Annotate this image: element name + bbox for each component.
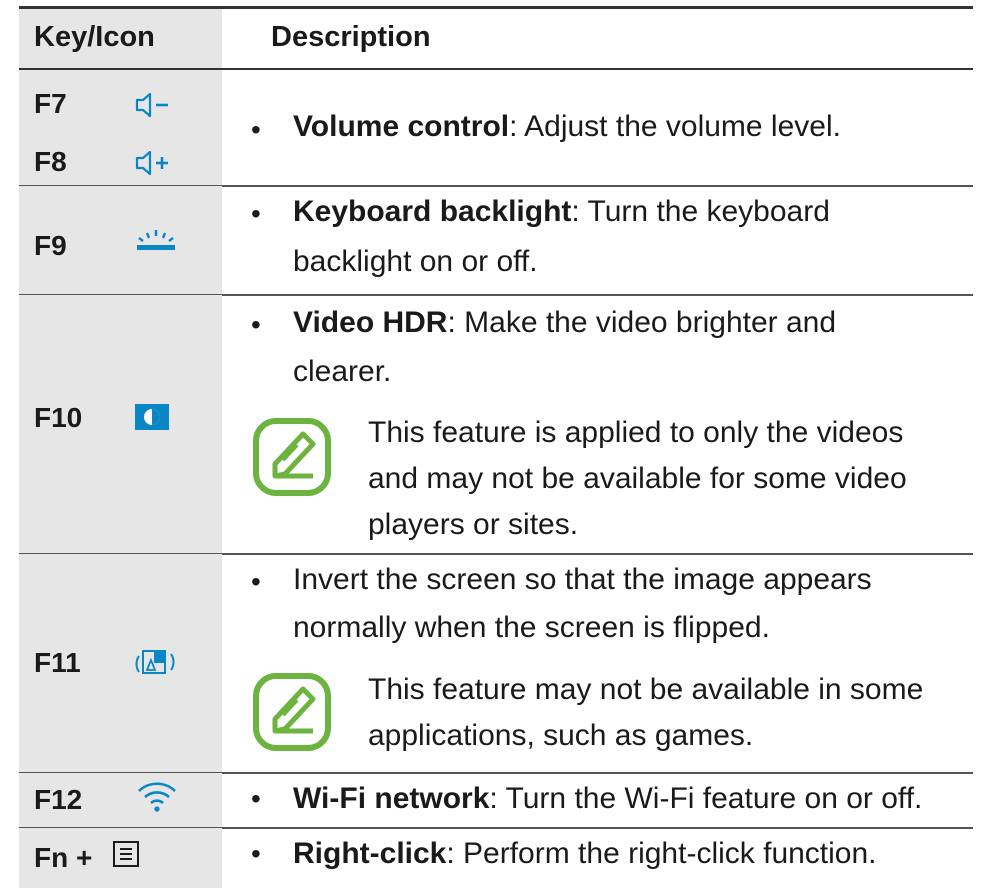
hdr-title: Video HDR [293, 306, 448, 339]
header-description: Description [271, 21, 431, 53]
invert-desc-line2: normally when the screen is flipped. [293, 611, 770, 644]
bullet: • [251, 309, 261, 340]
volume-desc: Volume control: Adjust the volume level. [293, 110, 841, 143]
key-fn: Fn + [34, 842, 93, 873]
header-key-icon: Key/Icon [34, 21, 155, 53]
note-pen-icon [253, 673, 331, 756]
keyboard-backlight-icon [134, 226, 178, 261]
table-header: Key/Icon Description [19, 9, 973, 69]
hdr-desc-line1: Video HDR: Make the video brighter and [293, 306, 837, 339]
hdr-desc-line2: clearer. [293, 355, 392, 388]
volume-up-icon [134, 148, 174, 183]
bullet: • [251, 838, 261, 869]
rightclick-title: Right-click [293, 837, 447, 870]
wifi-title: Wi-Fi network [293, 782, 490, 815]
header-desc-cell: Description [222, 9, 973, 69]
screen-invert-icon [131, 646, 179, 685]
key-f9: F9 [34, 230, 67, 261]
volume-title: Volume control [293, 110, 510, 143]
key-f11: F11 [34, 647, 81, 678]
menu-key-icon [112, 840, 142, 875]
invert-desc-line1: Invert the screen so that the image appe… [293, 563, 872, 596]
wifi-icon [137, 779, 177, 818]
key-f7: F7 [34, 88, 67, 119]
bullet: • [251, 783, 261, 814]
key-f12: F12 [34, 784, 83, 815]
invert-note-line2: applications, such as games. [368, 719, 754, 752]
table-row: Fn + • Right-click: Perform the right-cl… [19, 828, 973, 888]
hdr-note-line1: This feature is applied to only the vide… [368, 416, 904, 449]
video-hdr-icon [133, 401, 173, 438]
backlight-desc-line1: Keyboard backlight: Turn the keyboard [293, 195, 830, 228]
bullet: • [251, 198, 261, 229]
invert-note-line1: This feature may not be available in som… [368, 673, 924, 706]
bullet: • [251, 114, 261, 145]
table-row: F9 • Keyboard backlight: Turn the keyboa… [19, 186, 973, 294]
hdr-note-line2: and may not be available for some video [368, 462, 907, 495]
rightclick-desc: Right-click: Perform the right-click fun… [293, 837, 877, 870]
key-f8: F8 [34, 146, 67, 177]
table-row: F10 • Video HDR: Make the video brighter… [19, 295, 973, 553]
note-pen-icon [253, 418, 331, 501]
header-key-cell: Key/Icon [19, 9, 222, 69]
backlight-title: Keyboard backlight [293, 195, 572, 228]
backlight-desc-line2: backlight on or off. [293, 245, 538, 278]
wifi-desc: Wi-Fi network: Turn the Wi-Fi feature on… [293, 782, 923, 815]
table-row: F11 • Invert the screen so that the imag… [19, 554, 973, 772]
bullet: • [251, 566, 261, 597]
table-row: F7 F8 • Volume control: Adjust the volum… [19, 70, 973, 185]
key-f10: F10 [34, 402, 83, 433]
hdr-note-line3: players or sites. [368, 508, 579, 541]
table-row: F12 • Wi-Fi network: Turn the Wi-Fi feat… [19, 773, 973, 827]
volume-down-icon [134, 90, 174, 125]
